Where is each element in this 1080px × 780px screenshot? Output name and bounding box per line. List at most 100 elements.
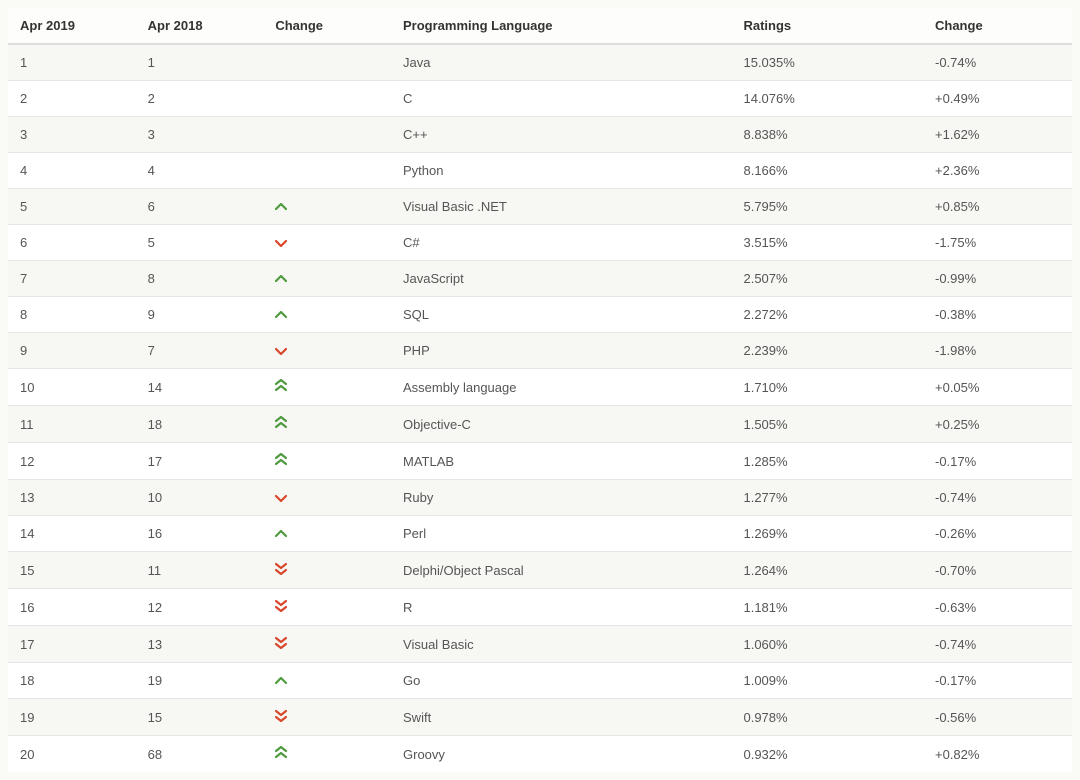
header-apr-2018: Apr 2018: [136, 8, 264, 44]
cell-programming-language: C#: [391, 225, 731, 261]
cell-apr-2019: 2: [8, 81, 136, 117]
cell-apr-2018: 12: [136, 589, 264, 626]
cell-apr-2019: 3: [8, 117, 136, 153]
cell-ratings: 2.507%: [731, 261, 923, 297]
cell-change-direction: [263, 261, 391, 297]
cell-ratings: 1.060%: [731, 626, 923, 663]
cell-change-value: +0.49%: [923, 81, 1072, 117]
rank-double-down-icon: [275, 599, 287, 612]
cell-apr-2018: 68: [136, 736, 264, 773]
cell-change-direction: [263, 44, 391, 81]
cell-ratings: 14.076%: [731, 81, 923, 117]
cell-ratings: 2.272%: [731, 297, 923, 333]
cell-apr-2018: 3: [136, 117, 264, 153]
table-row: 33 C++8.838%+1.62%: [8, 117, 1072, 153]
rank-down-icon: [275, 347, 287, 355]
header-programming-language: Programming Language: [391, 8, 731, 44]
cell-programming-language: Groovy: [391, 736, 731, 773]
cell-change-value: +1.62%: [923, 117, 1072, 153]
cell-ratings: 2.239%: [731, 333, 923, 369]
rank-up-icon: [275, 203, 287, 211]
cell-apr-2018: 5: [136, 225, 264, 261]
cell-apr-2019: 1: [8, 44, 136, 81]
cell-programming-language: C: [391, 81, 731, 117]
cell-programming-language: Swift: [391, 699, 731, 736]
table-row: 1118Objective-C1.505%+0.25%: [8, 406, 1072, 443]
cell-apr-2019: 19: [8, 699, 136, 736]
cell-programming-language: C++: [391, 117, 731, 153]
cell-change-value: -0.74%: [923, 44, 1072, 81]
cell-apr-2018: 6: [136, 189, 264, 225]
cell-programming-language: Go: [391, 663, 731, 699]
cell-apr-2019: 17: [8, 626, 136, 663]
cell-change-value: +2.36%: [923, 153, 1072, 189]
cell-apr-2019: 6: [8, 225, 136, 261]
cell-apr-2018: 9: [136, 297, 264, 333]
cell-apr-2019: 9: [8, 333, 136, 369]
cell-change-value: +0.05%: [923, 369, 1072, 406]
table-row: 65C#3.515%-1.75%: [8, 225, 1072, 261]
rank-up-icon: [275, 311, 287, 319]
cell-programming-language: Perl: [391, 516, 731, 552]
rank-double-down-icon: [275, 709, 287, 722]
cell-ratings: 8.838%: [731, 117, 923, 153]
cell-ratings: 1.505%: [731, 406, 923, 443]
cell-apr-2018: 11: [136, 552, 264, 589]
rank-double-up-icon: [275, 453, 287, 466]
table-row: 78JavaScript2.507%-0.99%: [8, 261, 1072, 297]
cell-apr-2018: 2: [136, 81, 264, 117]
rank-down-icon: [275, 494, 287, 502]
table-row: 22 C14.076%+0.49%: [8, 81, 1072, 117]
cell-apr-2018: 4: [136, 153, 264, 189]
table-row: 1416Perl1.269%-0.26%: [8, 516, 1072, 552]
cell-change-value: +0.82%: [923, 736, 1072, 773]
cell-apr-2019: 5: [8, 189, 136, 225]
cell-apr-2018: 18: [136, 406, 264, 443]
cell-change-direction: [263, 117, 391, 153]
cell-change-direction: [263, 663, 391, 699]
table-row: 56Visual Basic .NET5.795%+0.85%: [8, 189, 1072, 225]
cell-apr-2018: 7: [136, 333, 264, 369]
cell-apr-2019: 4: [8, 153, 136, 189]
cell-ratings: 0.932%: [731, 736, 923, 773]
rank-up-icon: [275, 677, 287, 685]
cell-ratings: 1.269%: [731, 516, 923, 552]
cell-ratings: 1.710%: [731, 369, 923, 406]
header-ratings: Ratings: [731, 8, 923, 44]
cell-change-direction: [263, 443, 391, 480]
table-row: 1511Delphi/Object Pascal1.264%-0.70%: [8, 552, 1072, 589]
rank-double-up-icon: [275, 379, 287, 392]
header-apr-2019: Apr 2019: [8, 8, 136, 44]
cell-apr-2019: 18: [8, 663, 136, 699]
cell-apr-2019: 15: [8, 552, 136, 589]
cell-apr-2019: 7: [8, 261, 136, 297]
cell-change-value: -0.38%: [923, 297, 1072, 333]
header-change-direction: Change: [263, 8, 391, 44]
cell-change-direction: [263, 480, 391, 516]
cell-ratings: 1.277%: [731, 480, 923, 516]
header-change-value: Change: [923, 8, 1072, 44]
cell-change-value: -0.70%: [923, 552, 1072, 589]
cell-programming-language: Ruby: [391, 480, 731, 516]
cell-apr-2018: 15: [136, 699, 264, 736]
cell-apr-2019: 20: [8, 736, 136, 773]
cell-change-value: -0.17%: [923, 663, 1072, 699]
cell-ratings: 1.181%: [731, 589, 923, 626]
cell-change-direction: [263, 369, 391, 406]
cell-change-value: -0.74%: [923, 626, 1072, 663]
cell-apr-2019: 10: [8, 369, 136, 406]
cell-apr-2018: 10: [136, 480, 264, 516]
cell-programming-language: PHP: [391, 333, 731, 369]
cell-apr-2018: 19: [136, 663, 264, 699]
table-row: 11Java15.035%-0.74%: [8, 44, 1072, 81]
cell-programming-language: Objective-C: [391, 406, 731, 443]
cell-programming-language: Python: [391, 153, 731, 189]
cell-apr-2018: 16: [136, 516, 264, 552]
cell-change-direction: [263, 81, 391, 117]
table-row: 1819 Go1.009%-0.17%: [8, 663, 1072, 699]
cell-programming-language: JavaScript: [391, 261, 731, 297]
table-row: 1310Ruby1.277%-0.74%: [8, 480, 1072, 516]
table-header: Apr 2019 Apr 2018 Change Programming Lan…: [8, 8, 1072, 44]
cell-change-direction: [263, 736, 391, 773]
cell-ratings: 1.009%: [731, 663, 923, 699]
